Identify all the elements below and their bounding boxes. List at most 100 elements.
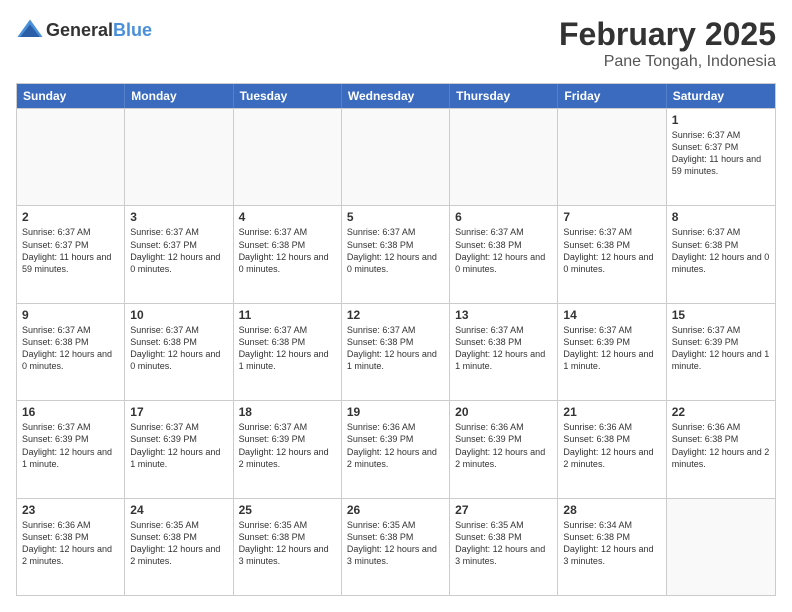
calendar-cell: 5Sunrise: 6:37 AM Sunset: 6:38 PM Daylig… bbox=[342, 206, 450, 302]
day-number: 26 bbox=[347, 503, 444, 517]
day-info: Sunrise: 6:36 AM Sunset: 6:38 PM Dayligh… bbox=[672, 421, 770, 470]
calendar-row-0: 1 Sunrise: 6:37 AM Sunset: 6:37 PM Daylig… bbox=[17, 108, 775, 205]
calendar-cell: 20 Sunrise: 6:36 AM Sunset: 6:39 PM Dayli… bbox=[450, 401, 558, 497]
day-info: Sunrise: 6:37 AM Sunset: 6:38 PM Dayligh… bbox=[22, 324, 119, 373]
day-info: Sunrise: 6:35 AM Sunset: 6:38 PM Dayligh… bbox=[130, 519, 227, 568]
day-number: 2 bbox=[22, 210, 119, 224]
page-container: GeneralBlue February 2025 Pane Tongah, I… bbox=[0, 0, 792, 612]
day-number: 13 bbox=[455, 308, 552, 322]
day-info: Sunrise: 6:37 AM Sunset: 6:37 PM Dayligh… bbox=[672, 129, 770, 178]
calendar-cell bbox=[342, 109, 450, 205]
day-number: 20 bbox=[455, 405, 552, 419]
day-number: 3 bbox=[130, 210, 227, 224]
day-info: Sunrise: 6:37 AM Sunset: 6:39 PM Dayligh… bbox=[239, 421, 336, 470]
day-number: 8 bbox=[672, 210, 770, 224]
calendar-cell: 16 Sunrise: 6:37 AM Sunset: 6:39 PM Dayli… bbox=[17, 401, 125, 497]
calendar-cell: 26 Sunrise: 6:35 AM Sunset: 6:38 PM Dayli… bbox=[342, 499, 450, 595]
day-info: Sunrise: 6:36 AM Sunset: 6:39 PM Dayligh… bbox=[455, 421, 552, 470]
calendar-cell: 9Sunrise: 6:37 AM Sunset: 6:38 PM Daylig… bbox=[17, 304, 125, 400]
day-info: Sunrise: 6:36 AM Sunset: 6:38 PM Dayligh… bbox=[22, 519, 119, 568]
day-info: Sunrise: 6:37 AM Sunset: 6:38 PM Dayligh… bbox=[239, 324, 336, 373]
calendar-cell: 4Sunrise: 6:37 AM Sunset: 6:38 PM Daylig… bbox=[234, 206, 342, 302]
day-info: Sunrise: 6:37 AM Sunset: 6:38 PM Dayligh… bbox=[239, 226, 336, 275]
calendar-row-2: 9Sunrise: 6:37 AM Sunset: 6:38 PM Daylig… bbox=[17, 303, 775, 400]
calendar-cell: 19 Sunrise: 6:36 AM Sunset: 6:39 PM Dayli… bbox=[342, 401, 450, 497]
calendar-cell bbox=[558, 109, 666, 205]
calendar-cell: 17Sunrise: 6:37 AM Sunset: 6:39 PM Dayli… bbox=[125, 401, 233, 497]
day-info: Sunrise: 6:35 AM Sunset: 6:38 PM Dayligh… bbox=[347, 519, 444, 568]
day-info: Sunrise: 6:34 AM Sunset: 6:38 PM Dayligh… bbox=[563, 519, 660, 568]
page-header: GeneralBlue February 2025 Pane Tongah, I… bbox=[16, 16, 776, 71]
calendar-row-1: 2 Sunrise: 6:37 AM Sunset: 6:37 PM Daylig… bbox=[17, 205, 775, 302]
day-number: 21 bbox=[563, 405, 660, 419]
day-number: 22 bbox=[672, 405, 770, 419]
day-info: Sunrise: 6:37 AM Sunset: 6:37 PM Dayligh… bbox=[22, 226, 119, 275]
calendar: SundayMondayTuesdayWednesdayThursdayFrid… bbox=[16, 83, 776, 596]
calendar-cell: 25 Sunrise: 6:35 AM Sunset: 6:38 PM Dayli… bbox=[234, 499, 342, 595]
calendar-row-3: 16 Sunrise: 6:37 AM Sunset: 6:39 PM Dayli… bbox=[17, 400, 775, 497]
header-day-wednesday: Wednesday bbox=[342, 84, 450, 108]
title-section: February 2025 Pane Tongah, Indonesia bbox=[559, 16, 776, 71]
calendar-cell bbox=[234, 109, 342, 205]
logo-icon bbox=[16, 16, 44, 44]
day-number: 28 bbox=[563, 503, 660, 517]
calendar-cell: 6 Sunrise: 6:37 AM Sunset: 6:38 PM Daylig… bbox=[450, 206, 558, 302]
day-number: 1 bbox=[672, 113, 770, 127]
calendar-body: 1 Sunrise: 6:37 AM Sunset: 6:37 PM Daylig… bbox=[17, 108, 775, 595]
day-number: 16 bbox=[22, 405, 119, 419]
day-number: 24 bbox=[130, 503, 227, 517]
location-title: Pane Tongah, Indonesia bbox=[559, 53, 776, 71]
day-number: 5 bbox=[347, 210, 444, 224]
header-day-sunday: Sunday bbox=[17, 84, 125, 108]
calendar-cell: 11 Sunrise: 6:37 AM Sunset: 6:38 PM Dayli… bbox=[234, 304, 342, 400]
day-info: Sunrise: 6:35 AM Sunset: 6:38 PM Dayligh… bbox=[455, 519, 552, 568]
calendar-cell: 22 Sunrise: 6:36 AM Sunset: 6:38 PM Dayli… bbox=[667, 401, 775, 497]
header-day-tuesday: Tuesday bbox=[234, 84, 342, 108]
calendar-cell: 18Sunrise: 6:37 AM Sunset: 6:39 PM Dayli… bbox=[234, 401, 342, 497]
day-number: 25 bbox=[239, 503, 336, 517]
calendar-cell: 14Sunrise: 6:37 AM Sunset: 6:39 PM Dayli… bbox=[558, 304, 666, 400]
day-info: Sunrise: 6:35 AM Sunset: 6:38 PM Dayligh… bbox=[239, 519, 336, 568]
day-number: 11 bbox=[239, 308, 336, 322]
logo-text-general: General bbox=[46, 20, 113, 40]
calendar-cell: 7Sunrise: 6:37 AM Sunset: 6:38 PM Daylig… bbox=[558, 206, 666, 302]
calendar-row-4: 23Sunrise: 6:36 AM Sunset: 6:38 PM Dayli… bbox=[17, 498, 775, 595]
calendar-cell: 27 Sunrise: 6:35 AM Sunset: 6:38 PM Dayli… bbox=[450, 499, 558, 595]
calendar-cell bbox=[450, 109, 558, 205]
calendar-cell bbox=[17, 109, 125, 205]
day-info: Sunrise: 6:36 AM Sunset: 6:39 PM Dayligh… bbox=[347, 421, 444, 470]
day-info: Sunrise: 6:37 AM Sunset: 6:38 PM Dayligh… bbox=[130, 324, 227, 373]
calendar-cell: 8 Sunrise: 6:37 AM Sunset: 6:38 PM Daylig… bbox=[667, 206, 775, 302]
calendar-cell: 23Sunrise: 6:36 AM Sunset: 6:38 PM Dayli… bbox=[17, 499, 125, 595]
day-info: Sunrise: 6:36 AM Sunset: 6:38 PM Dayligh… bbox=[563, 421, 660, 470]
header-day-thursday: Thursday bbox=[450, 84, 558, 108]
calendar-header: SundayMondayTuesdayWednesdayThursdayFrid… bbox=[17, 84, 775, 108]
logo: GeneralBlue bbox=[16, 16, 152, 44]
calendar-cell: 15Sunrise: 6:37 AM Sunset: 6:39 PM Dayli… bbox=[667, 304, 775, 400]
day-info: Sunrise: 6:37 AM Sunset: 6:38 PM Dayligh… bbox=[672, 226, 770, 275]
day-info: Sunrise: 6:37 AM Sunset: 6:37 PM Dayligh… bbox=[130, 226, 227, 275]
month-title: February 2025 bbox=[559, 16, 776, 53]
day-info: Sunrise: 6:37 AM Sunset: 6:39 PM Dayligh… bbox=[22, 421, 119, 470]
logo-text-blue: Blue bbox=[113, 20, 152, 40]
header-day-friday: Friday bbox=[558, 84, 666, 108]
day-info: Sunrise: 6:37 AM Sunset: 6:38 PM Dayligh… bbox=[455, 226, 552, 275]
day-number: 19 bbox=[347, 405, 444, 419]
calendar-cell: 24 Sunrise: 6:35 AM Sunset: 6:38 PM Dayli… bbox=[125, 499, 233, 595]
day-info: Sunrise: 6:37 AM Sunset: 6:38 PM Dayligh… bbox=[455, 324, 552, 373]
day-info: Sunrise: 6:37 AM Sunset: 6:39 PM Dayligh… bbox=[130, 421, 227, 470]
day-number: 15 bbox=[672, 308, 770, 322]
calendar-cell: 13 Sunrise: 6:37 AM Sunset: 6:38 PM Dayli… bbox=[450, 304, 558, 400]
day-number: 10 bbox=[130, 308, 227, 322]
calendar-cell: 1 Sunrise: 6:37 AM Sunset: 6:37 PM Daylig… bbox=[667, 109, 775, 205]
header-day-saturday: Saturday bbox=[667, 84, 775, 108]
day-number: 12 bbox=[347, 308, 444, 322]
day-number: 6 bbox=[455, 210, 552, 224]
header-day-monday: Monday bbox=[125, 84, 233, 108]
day-info: Sunrise: 6:37 AM Sunset: 6:39 PM Dayligh… bbox=[563, 324, 660, 373]
calendar-cell: 3 Sunrise: 6:37 AM Sunset: 6:37 PM Daylig… bbox=[125, 206, 233, 302]
day-number: 27 bbox=[455, 503, 552, 517]
calendar-cell bbox=[667, 499, 775, 595]
calendar-cell: 10 Sunrise: 6:37 AM Sunset: 6:38 PM Dayli… bbox=[125, 304, 233, 400]
calendar-cell bbox=[125, 109, 233, 205]
